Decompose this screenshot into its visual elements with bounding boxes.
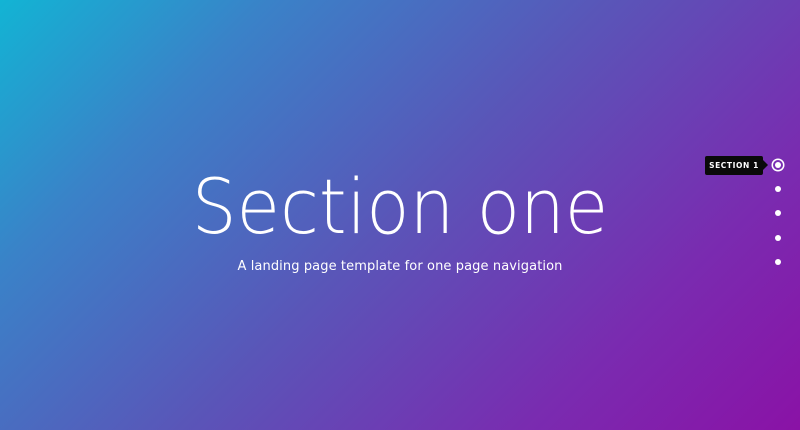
nav-dot-section-5[interactable]: [775, 259, 781, 265]
nav-dot-section-1[interactable]: [775, 162, 781, 168]
nav-dot-section-3[interactable]: [775, 210, 781, 216]
nav-dot-section-4[interactable]: [775, 235, 781, 241]
nav-dot-section-2[interactable]: [775, 186, 781, 192]
page-title: Section one: [191, 162, 609, 251]
section-dot-navigation: [680, 0, 800, 430]
tooltip-arrow-icon: [763, 160, 768, 170]
section-tooltip: SECTION 1: [705, 156, 763, 175]
landing-page: Section one A landing page template for …: [0, 0, 800, 430]
